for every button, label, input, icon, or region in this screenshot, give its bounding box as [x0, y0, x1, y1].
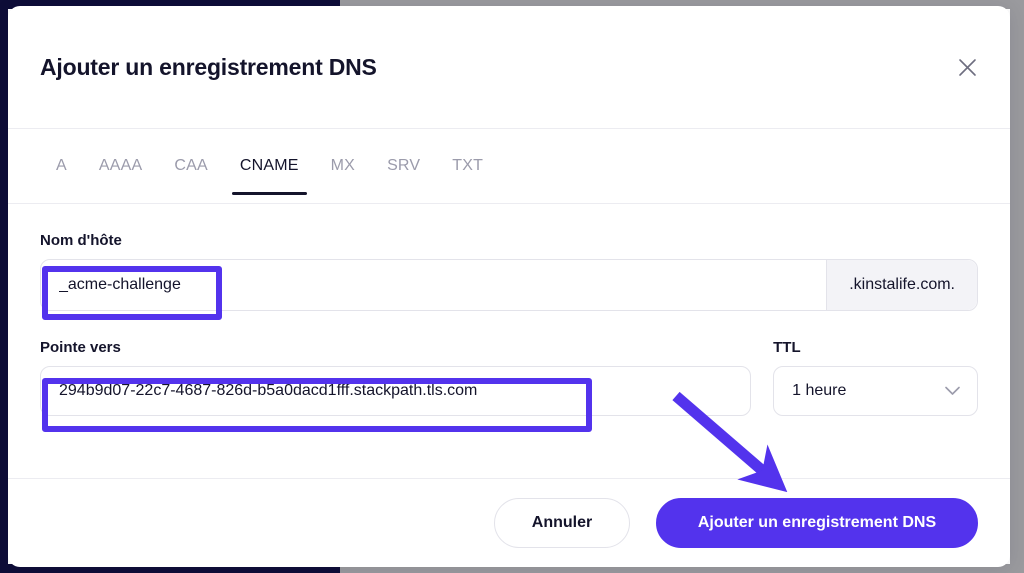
ttl-selected-value: 1 heure: [792, 382, 847, 399]
tab-caa[interactable]: CAA: [158, 129, 224, 203]
tab-a[interactable]: A: [40, 129, 83, 203]
hostname-domain-suffix: .kinstalife.com.: [826, 260, 977, 310]
tab-srv[interactable]: SRV: [371, 129, 436, 203]
close-icon[interactable]: [950, 50, 984, 84]
ttl-label: TTL: [773, 339, 801, 356]
points-to-and-ttl-row: Pointe vers TTL 1 heure: [40, 339, 978, 416]
hostname-field-group: .kinstalife.com.: [40, 259, 978, 311]
points-to-input[interactable]: [40, 366, 752, 416]
modal-body: Nom d'hôte .kinstalife.com. Pointe vers …: [8, 204, 1010, 478]
tab-aaaa[interactable]: AAAA: [83, 129, 159, 203]
tab-cname[interactable]: CNAME: [224, 129, 315, 203]
tab-mx[interactable]: MX: [315, 129, 371, 203]
page-background-right: [1010, 0, 1024, 573]
ttl-field-group: TTL 1 heure: [773, 339, 978, 416]
tab-label: TXT: [452, 157, 484, 174]
tab-label: AAAA: [98, 157, 143, 174]
hostname-input[interactable]: [41, 260, 827, 310]
points-to-field-group: Pointe vers: [40, 339, 752, 416]
add-dns-record-modal: Ajouter un enregistrement DNS A AAAA CAA…: [8, 6, 1010, 567]
ttl-select-wrapper: 1 heure: [773, 366, 978, 416]
page-title: Ajouter un enregistrement DNS: [40, 53, 377, 80]
tab-label: CNAME: [239, 157, 299, 174]
hostname-label: Nom d'hôte: [40, 232, 122, 249]
ttl-select[interactable]: 1 heure: [773, 366, 978, 416]
tab-label: CAA: [174, 157, 208, 174]
tab-label: A: [56, 157, 67, 174]
tab-label: MX: [330, 157, 356, 174]
tab-label: SRV: [387, 157, 421, 174]
modal-footer: Annuler Ajouter un enregistrement DNS: [8, 478, 1010, 567]
add-dns-record-button[interactable]: Ajouter un enregistrement DNS: [656, 498, 978, 548]
record-type-tabs: A AAAA CAA CNAME MX SRV TXT: [8, 129, 1010, 204]
modal-header: Ajouter un enregistrement DNS: [8, 6, 1010, 129]
tab-txt[interactable]: TXT: [436, 129, 499, 203]
points-to-label: Pointe vers: [40, 339, 121, 356]
app-sidebar-rail: [0, 0, 8, 573]
cancel-button[interactable]: Annuler: [494, 498, 630, 548]
